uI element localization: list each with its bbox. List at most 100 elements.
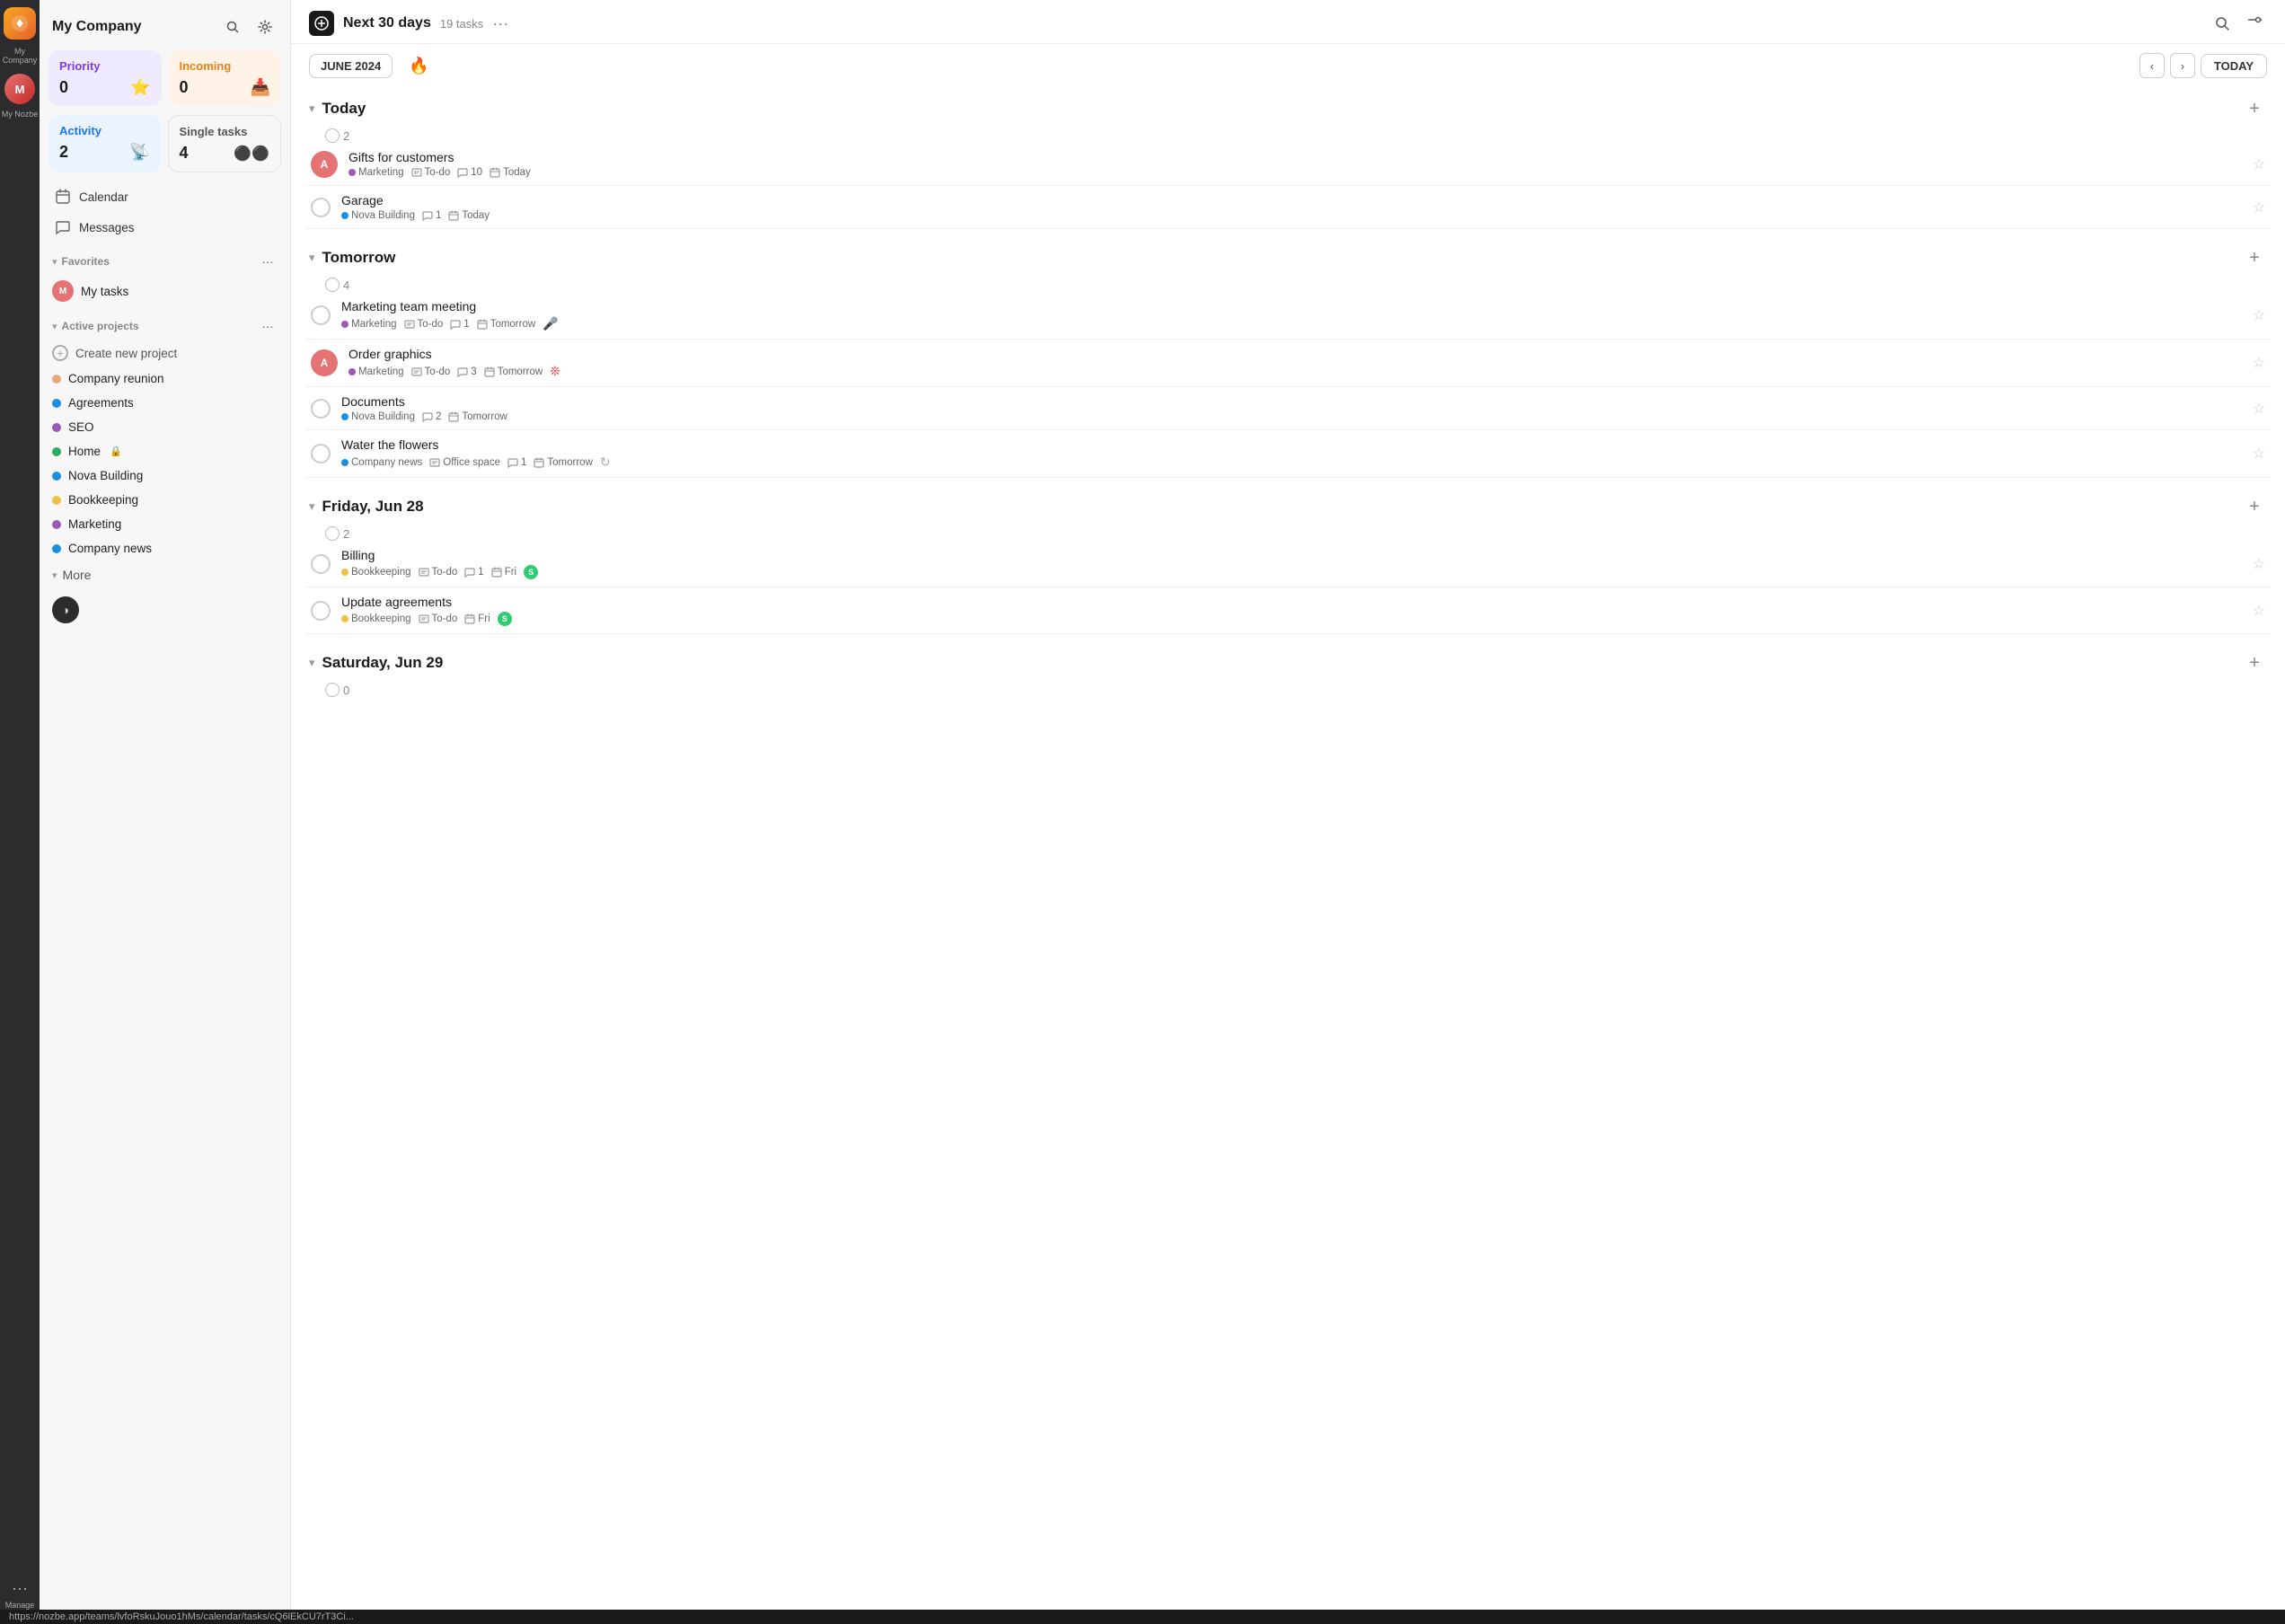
projects-more-button[interactable]: ···: [258, 316, 278, 336]
day-chevron-icon[interactable]: ▾: [309, 251, 315, 265]
topbar-task-count: 19 tasks: [440, 17, 483, 31]
project-dot: [52, 496, 61, 505]
day-chevron-icon[interactable]: ▾: [309, 656, 315, 670]
task-item-t7[interactable]: Billing Bookkeeping To-do 1 Fri S ☆: [305, 541, 2271, 587]
task-star-button[interactable]: ☆: [2253, 199, 2265, 216]
theme-toggle-button[interactable]: ◑: [52, 596, 79, 623]
sidebar-item-my-tasks[interactable]: M My tasks: [40, 275, 290, 307]
task-checkbox[interactable]: [311, 399, 331, 419]
task-item-t3[interactable]: Marketing team meeting Marketing To-do 1…: [305, 292, 2271, 340]
favorites-section-header: ▾ Favorites ···: [40, 243, 290, 275]
day-title: Today: [322, 100, 366, 118]
add-task-button[interactable]: +: [2242, 650, 2267, 675]
task-section-tag: To-do: [419, 613, 458, 624]
manage-label: Manage: [5, 1601, 35, 1610]
task-star-button[interactable]: ☆: [2253, 445, 2265, 463]
extra-icon-glyph: S: [524, 565, 538, 579]
favorites-chevron[interactable]: ▾: [52, 256, 57, 268]
day-chevron-icon[interactable]: ▾: [309, 102, 315, 116]
task-avatar: A: [311, 349, 338, 376]
more-section[interactable]: ▾ More: [40, 560, 290, 589]
task-item-t8[interactable]: Update agreements Bookkeeping To-do Fri …: [305, 587, 2271, 634]
task-checkbox[interactable]: [311, 554, 331, 574]
task-project-tag: Nova Building: [341, 411, 415, 422]
lock-icon: 🔒: [110, 446, 122, 457]
task-star-button[interactable]: ☆: [2253, 602, 2265, 620]
filter-button[interactable]: [2242, 11, 2267, 36]
task-content: Order graphics Marketing To-do 3 Tomorro…: [348, 347, 2242, 379]
day-header-left: ▾ Tomorrow: [309, 249, 395, 267]
sidebar-item-messages[interactable]: Messages: [45, 212, 285, 243]
create-project-item[interactable]: + Create new project: [40, 340, 290, 366]
task-checkbox[interactable]: [311, 444, 331, 463]
task-date-tag: Today: [490, 167, 531, 178]
task-star-button[interactable]: ☆: [2253, 400, 2265, 418]
left-rail: My Company M My Nozbe ⋯ Manage: [0, 0, 40, 1624]
favorites-more-button[interactable]: ···: [258, 252, 278, 271]
add-task-button[interactable]: +: [2242, 494, 2267, 519]
user-avatar[interactable]: M: [4, 74, 35, 104]
incoming-card[interactable]: Incoming 0 📥: [169, 50, 282, 106]
task-meta: Nova Building 1 Today: [341, 210, 2242, 221]
project-dot: [52, 472, 61, 481]
task-item-t6[interactable]: Water the flowers Company news Office sp…: [305, 430, 2271, 478]
task-item-t2[interactable]: Garage Nova Building 1 Today ☆: [305, 186, 2271, 229]
task-star-button[interactable]: ☆: [2253, 155, 2265, 173]
sidebar-item-agreements[interactable]: Agreements: [40, 391, 290, 415]
today-button[interactable]: TODAY: [2201, 54, 2267, 78]
task-count-num: 2: [343, 129, 349, 143]
single-tasks-card[interactable]: Single tasks 4 ⚫⚫: [168, 115, 282, 172]
sidebar-item-marketing[interactable]: Marketing: [40, 512, 290, 536]
sidebar-footer: ◑: [40, 589, 290, 631]
priority-card[interactable]: Priority 0 ⭐: [49, 50, 162, 106]
search-tasks-button[interactable]: [2210, 11, 2235, 36]
task-star-button[interactable]: ☆: [2253, 354, 2265, 372]
sidebar-item-seo[interactable]: SEO: [40, 415, 290, 439]
task-meta: Bookkeeping To-do 1 Fri S: [341, 565, 2242, 579]
day-header-friday-jun-28: ▾ Friday, Jun 28 +: [305, 485, 2271, 525]
task-item-t5[interactable]: Documents Nova Building 2 Tomorrow ☆: [305, 387, 2271, 430]
project-name: Company news: [68, 542, 152, 555]
day-count: 2: [325, 526, 2271, 541]
add-task-button[interactable]: +: [2242, 245, 2267, 270]
task-count-num: 0: [343, 684, 349, 697]
search-button[interactable]: [220, 14, 245, 40]
task-project-tag: Marketing: [348, 167, 404, 178]
task-comments-tag: 3: [457, 366, 476, 377]
settings-button[interactable]: [252, 14, 278, 40]
sidebar-item-company-news[interactable]: Company news: [40, 536, 290, 560]
my-tasks-avatar: M: [52, 280, 74, 302]
sidebar-item-calendar[interactable]: Calendar: [45, 181, 285, 212]
task-checkbox[interactable]: [311, 305, 331, 325]
task-item-t1[interactable]: A Gifts for customers Marketing To-do 10…: [305, 143, 2271, 186]
sidebar-item-bookkeeping[interactable]: Bookkeeping: [40, 488, 290, 512]
day-header-left: ▾ Friday, Jun 28: [309, 498, 424, 516]
task-comments-tag: 2: [422, 411, 441, 422]
priority-card-label: Priority: [59, 59, 151, 73]
task-name: Billing: [341, 548, 2242, 562]
projects-chevron[interactable]: ▾: [52, 321, 57, 332]
task-item-t4[interactable]: A Order graphics Marketing To-do 3 Tomor…: [305, 340, 2271, 387]
task-extra-icon: S: [498, 612, 512, 626]
task-date-tag: Fri: [464, 613, 490, 624]
prev-period-button[interactable]: ‹: [2139, 53, 2165, 78]
sidebar-item-nova-building[interactable]: Nova Building: [40, 463, 290, 488]
app-logo[interactable]: [4, 7, 36, 40]
task-checkbox[interactable]: [311, 198, 331, 217]
task-checkbox[interactable]: [311, 601, 331, 621]
sidebar-item-company-reunion[interactable]: Company reunion: [40, 366, 290, 391]
day-chevron-icon[interactable]: ▾: [309, 499, 315, 514]
sidebar-item-home[interactable]: Home 🔒: [40, 439, 290, 463]
task-star-button[interactable]: ☆: [2253, 555, 2265, 573]
activity-card[interactable]: Activity 2 📡: [49, 115, 161, 172]
task-meta: Marketing To-do 3 Tomorrow ❊: [348, 364, 2242, 379]
single-tasks-label: Single tasks: [180, 125, 270, 138]
next-period-button[interactable]: ›: [2170, 53, 2195, 78]
topbar-more-button[interactable]: ···: [492, 14, 508, 33]
task-name: Marketing team meeting: [341, 299, 2242, 313]
task-star-button[interactable]: ☆: [2253, 306, 2265, 324]
day-title: Saturday, Jun 29: [322, 654, 444, 672]
task-count-num: 4: [343, 278, 349, 292]
month-selector-button[interactable]: JUNE 2024: [309, 54, 393, 78]
add-task-button[interactable]: +: [2242, 96, 2267, 121]
